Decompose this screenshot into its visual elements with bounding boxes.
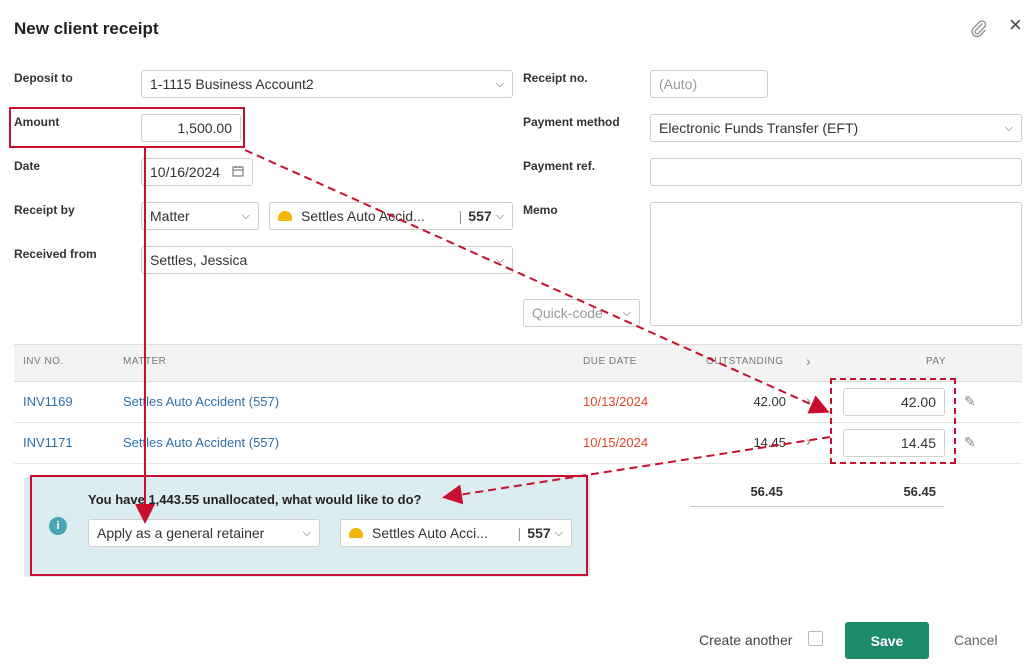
invoice-link[interactable]: INV1169 [23, 394, 73, 409]
payment-ref-label: Payment ref. [523, 159, 596, 173]
hard-hat-icon [278, 211, 292, 221]
quick-code-select[interactable]: Quick-code ⌵ [523, 299, 640, 327]
total-outstanding: 56.45 [750, 484, 783, 499]
payment-method-value: Electronic Funds Transfer (EFT) [659, 120, 859, 136]
memo-textarea[interactable] [650, 202, 1022, 326]
matter-select[interactable]: Settles Auto Accid... | 557 ⌵ [269, 202, 513, 230]
received-from-value: Settles, Jessica [150, 252, 248, 268]
matter-name: Settles Auto Accid... [301, 208, 425, 224]
pay-highlight-box [830, 378, 956, 464]
dialog-title: New client receipt [14, 19, 159, 38]
payment-ref-input[interactable] [650, 158, 1022, 186]
chevron-down-icon: ⌵ [241, 209, 250, 222]
th-due-date[interactable]: DUE DATE [583, 356, 637, 367]
receipt-by-value: Matter [150, 208, 190, 224]
matter-link[interactable]: Settles Auto Accident (557) [123, 435, 279, 450]
totals-divider [690, 506, 944, 507]
receipt-by-label: Receipt by [14, 203, 75, 217]
chevron-down-icon: ⌵ [495, 77, 504, 90]
date-value: 10/16/2024 [150, 164, 221, 180]
th-outstanding[interactable]: OUTSTANDING [706, 356, 784, 367]
paperclip-icon[interactable] [970, 19, 988, 42]
due-date: 10/15/2024 [583, 435, 649, 450]
received-from-select[interactable]: Settles, Jessica ⌵ [141, 246, 513, 274]
memo-label: Memo [523, 203, 558, 217]
create-another-label: Create another [699, 632, 793, 648]
chevron-right-icon[interactable]: › [806, 392, 811, 408]
due-date: 10/13/2024 [583, 394, 649, 409]
chevron-down-icon: ⌵ [495, 253, 504, 266]
chevron-down-icon: ⌵ [622, 306, 631, 319]
receipt-no-input[interactable]: (Auto) [650, 70, 768, 98]
pencil-icon[interactable]: ✎ [964, 393, 976, 410]
matter-link[interactable]: Settles Auto Accident (557) [123, 394, 279, 409]
chevron-down-icon: ⌵ [495, 209, 504, 222]
chevron-right-icon[interactable]: › [806, 353, 811, 369]
calendar-icon[interactable] [232, 164, 244, 180]
paperclip-icon-svg [971, 20, 987, 38]
save-button[interactable]: Save [845, 622, 929, 659]
create-another-checkbox[interactable] [808, 631, 823, 646]
pencil-icon[interactable]: ✎ [964, 434, 976, 451]
quick-code-placeholder: Quick-code [532, 305, 603, 321]
th-pay[interactable]: PAY [926, 356, 946, 367]
chevron-down-icon: ⌵ [1004, 121, 1013, 134]
payment-method-label: Payment method [523, 115, 620, 129]
cancel-button[interactable]: Cancel [954, 632, 998, 648]
receipt-by-select[interactable]: Matter ⌵ [141, 202, 259, 230]
th-matter[interactable]: MATTER [123, 356, 166, 367]
calendar-icon-svg [232, 166, 244, 177]
outstanding-value: 42.00 [753, 394, 786, 409]
date-label: Date [14, 159, 41, 173]
invoice-link[interactable]: INV1171 [23, 435, 73, 450]
matter-separator: | [458, 208, 463, 224]
amount-highlight-box [9, 107, 245, 148]
th-inv-no[interactable]: INV NO. [23, 356, 64, 367]
deposit-to-select[interactable]: 1-1115 Business Account2 ⌵ [141, 70, 513, 98]
total-pay: 56.45 [903, 484, 936, 499]
deposit-to-value: 1-1115 Business Account2 [150, 76, 314, 92]
deposit-to-label: Deposit to [14, 71, 73, 85]
matter-number: 557 [468, 208, 492, 224]
outstanding-value: 14.45 [753, 435, 786, 450]
receipt-no-placeholder: (Auto) [659, 76, 698, 92]
date-input[interactable]: 10/16/2024 [141, 158, 253, 186]
unallocated-highlight-box [30, 475, 588, 576]
chevron-right-icon[interactable]: › [806, 433, 811, 449]
payment-method-select[interactable]: Electronic Funds Transfer (EFT) ⌵ [650, 114, 1022, 142]
receipt-no-label: Receipt no. [523, 71, 588, 85]
received-from-label: Received from [14, 247, 97, 261]
close-icon[interactable]: × [1009, 14, 1022, 36]
